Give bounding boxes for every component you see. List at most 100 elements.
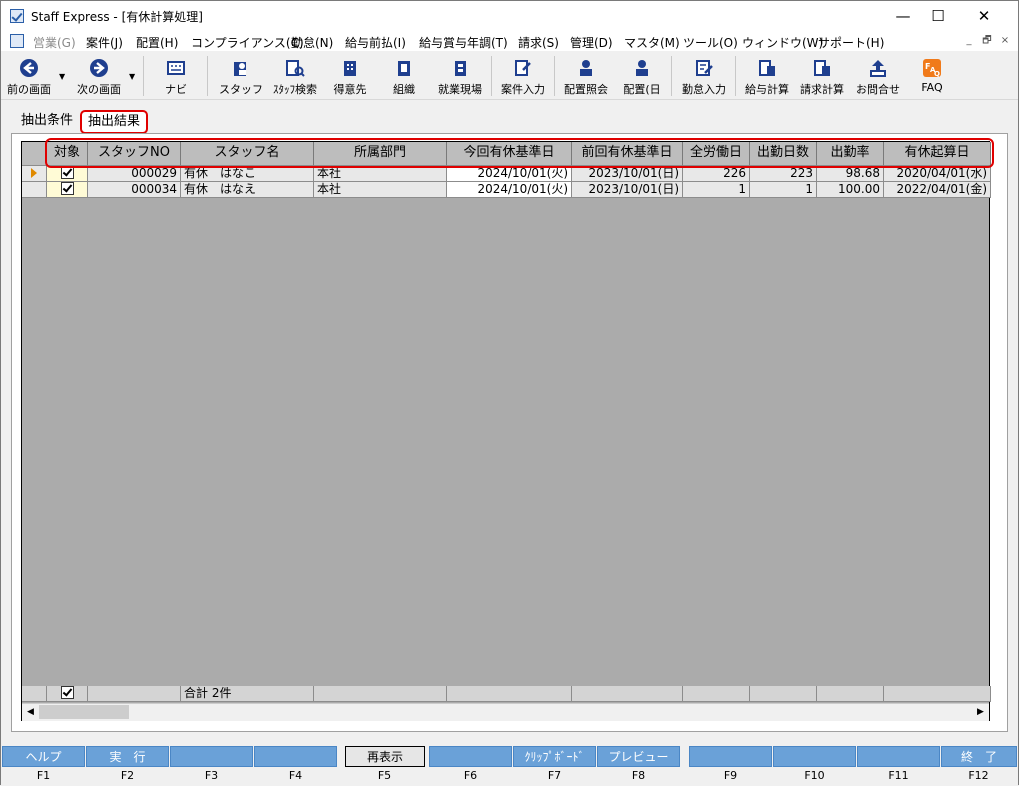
placement-icon (580, 60, 592, 76)
cell-total-workdays[interactable]: 226 (683, 166, 750, 182)
cell-leave-start-date[interactable]: 2022/04/01(金) (884, 182, 991, 198)
cell-previous-base-date[interactable]: 2023/10/01(日) (572, 182, 683, 198)
mdi-restore-button[interactable]: 🗗 (980, 34, 994, 48)
horizontal-scrollbar[interactable]: ◀ ▶ (22, 703, 989, 721)
menu-admin[interactable]: 管理(D) (570, 34, 613, 51)
f9-button[interactable] (689, 746, 772, 767)
row-checkbox[interactable] (47, 182, 88, 198)
prev-dropdown-icon[interactable]: ▼ (59, 72, 65, 81)
menu-tools[interactable]: ツール(O) (683, 34, 738, 51)
faq-button[interactable]: FAQ FAQ (911, 54, 953, 98)
main-window: Staff Express - [有休計算処理] — ☐ ✕ 営業(G) 案件(… (0, 0, 1019, 786)
cell-staff-name[interactable]: 有休 はなえ (181, 182, 314, 198)
f2-execute-button[interactable]: 実 行 (86, 746, 169, 767)
footer-total-count: 合計 2件 (181, 686, 314, 702)
navi-button[interactable]: ナビ (153, 54, 199, 98)
grid-footer-row: 合計 2件 (22, 686, 991, 702)
footer-indicator (22, 686, 47, 702)
cell-leave-start-date[interactable]: 2020/04/01(水) (884, 166, 991, 182)
staff-search-button[interactable]: ｽﾀｯﾌ検索 (267, 54, 323, 98)
f3-button[interactable] (170, 746, 253, 767)
f5-key-label: F5 (377, 769, 392, 782)
attendance-icon (696, 60, 713, 76)
cell-attendance-rate[interactable]: 98.68 (817, 166, 884, 182)
menu-placement[interactable]: 配置(H) (136, 34, 178, 51)
cell-current-base-date[interactable]: 2024/10/01(火) (447, 166, 572, 182)
document-icon[interactable] (10, 34, 24, 48)
client-button[interactable]: 得意先 (327, 54, 373, 98)
f10-key-label: F10 (804, 769, 825, 782)
f12-exit-button[interactable]: 終 了 (941, 746, 1017, 767)
cell-attendance-days[interactable]: 223 (750, 166, 817, 182)
mdi-minimize-button[interactable]: _ (962, 34, 976, 48)
function-key-bar: ヘルプ F1 実 行 F2 F3 F4 再表示 F5 F6 ｸﾘｯﾌﾟﾎﾞｰﾄﾞ… (1, 746, 1018, 786)
cell-attendance-rate[interactable]: 100.00 (817, 182, 884, 198)
tab-criteria[interactable]: 抽出条件 (21, 111, 73, 131)
toolbar-separator (671, 56, 672, 96)
toolbar-separator (491, 56, 492, 96)
cell-staff-no[interactable]: 000034 (88, 182, 181, 198)
scroll-thumb[interactable] (39, 705, 129, 719)
scroll-right-icon[interactable]: ▶ (972, 704, 989, 721)
menu-support[interactable]: サポート(H) (818, 34, 884, 51)
case-input-button[interactable]: 案件入力 (495, 54, 551, 98)
f7-clipboard-button[interactable]: ｸﾘｯﾌﾟﾎﾞｰﾄﾞ (513, 746, 596, 767)
f11-button[interactable] (857, 746, 940, 767)
f6-button[interactable] (429, 746, 512, 767)
menu-master[interactable]: マスタ(M) (624, 34, 680, 51)
cell-department[interactable]: 本社 (314, 182, 447, 198)
menu-sales[interactable]: 営業(G) (33, 34, 76, 51)
close-button[interactable]: ✕ (961, 1, 1007, 31)
placement-inquiry-button[interactable]: 配置照会 (559, 54, 613, 98)
menu-advance-pay[interactable]: 給与前払(I) (345, 34, 406, 51)
cell-previous-base-date[interactable]: 2023/10/01(日) (572, 166, 683, 182)
staff-button[interactable]: スタッフ (217, 54, 265, 98)
attendance-input-button[interactable]: 勤怠入力 (677, 54, 731, 98)
menu-case[interactable]: 案件(J) (86, 34, 123, 51)
next-dropdown-icon[interactable]: ▼ (129, 72, 135, 81)
f10-button[interactable] (773, 746, 856, 767)
cell-staff-no[interactable]: 000029 (88, 166, 181, 182)
f4-button[interactable] (254, 746, 337, 767)
f1-help-button[interactable]: ヘルプ (2, 746, 85, 767)
table-row[interactable]: 000034 有休 はなえ 本社 2024/10/01(火) 2023/10/0… (22, 182, 991, 198)
back-arrow-icon (20, 59, 38, 77)
cell-attendance-days[interactable]: 1 (750, 182, 817, 198)
maximize-button[interactable]: ☐ (915, 1, 961, 31)
menu-payroll[interactable]: 給与賞与年調(T) (419, 34, 508, 51)
footer-select-all-checkbox[interactable] (47, 686, 88, 702)
toolbar-separator (207, 56, 208, 96)
placement-day-icon (636, 60, 648, 76)
f5-refresh-button[interactable]: 再表示 (345, 746, 425, 767)
cell-department[interactable]: 本社 (314, 166, 447, 182)
cell-total-workdays[interactable]: 1 (683, 182, 750, 198)
f6-key-label: F6 (463, 769, 478, 782)
client-icon (344, 61, 356, 76)
menu-billing[interactable]: 請求(S) (518, 34, 559, 51)
tab-results[interactable]: 抽出結果 (80, 110, 149, 134)
billing-calc-button[interactable]: 請求計算 (795, 54, 849, 98)
table-row[interactable]: 000029 有休 はなこ 本社 2024/10/01(火) 2023/10/0… (22, 166, 991, 182)
window-title: Staff Express - [有休計算処理] (31, 10, 203, 24)
menu-attendance[interactable]: 勤怠(N) (291, 34, 333, 51)
payroll-calc-button[interactable]: 給与計算 (741, 54, 793, 98)
current-row-icon (31, 168, 37, 178)
worksite-button[interactable]: 就業現場 (433, 54, 487, 98)
results-grid[interactable]: 対象 スタッフNO スタッフ名 所属部門 今回有休基準日 前回有休基準日 全労働… (21, 141, 991, 721)
f8-preview-button[interactable]: プレビュー (597, 746, 680, 767)
next-screen-button[interactable]: 次の画面 (71, 54, 127, 98)
mdi-close-button[interactable]: × (998, 34, 1012, 48)
f12-key-label: F12 (968, 769, 989, 782)
prev-screen-button[interactable]: 前の画面 (3, 54, 55, 98)
toolbar-separator (143, 56, 144, 96)
menu-window[interactable]: ウィンドウ(W) (742, 34, 823, 51)
row-checkbox[interactable] (47, 166, 88, 182)
org-button[interactable]: 組織 (381, 54, 427, 98)
menu-compliance[interactable]: コンプライアンス(C) (191, 34, 304, 51)
placement-day-button[interactable]: 配置(日 (617, 54, 667, 98)
cell-staff-name[interactable]: 有休 はなこ (181, 166, 314, 182)
scroll-left-icon[interactable]: ◀ (22, 704, 39, 721)
contact-button[interactable]: お問合せ (851, 54, 905, 98)
cell-current-base-date[interactable]: 2024/10/01(火) (447, 182, 572, 198)
svg-text:Q: Q (934, 70, 940, 78)
